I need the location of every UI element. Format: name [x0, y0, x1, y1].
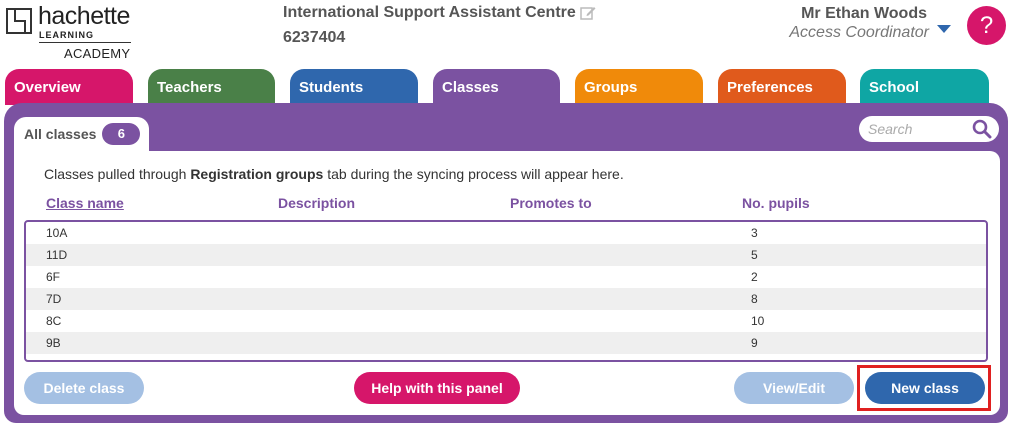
tab-students[interactable]: Students — [290, 69, 418, 105]
table-row[interactable]: 9B 9 — [26, 332, 986, 354]
search-box — [859, 116, 999, 142]
pupils-cell: 10 — [751, 314, 765, 328]
panel-content: Classes pulled through Registration grou… — [14, 151, 1000, 415]
column-header-description[interactable]: Description — [278, 195, 355, 211]
tab-school[interactable]: School — [860, 69, 989, 105]
tab-preferences[interactable]: Preferences — [718, 69, 846, 105]
column-header-no-pupils[interactable]: No. pupils — [742, 195, 810, 211]
edit-icon[interactable] — [580, 5, 596, 21]
tab-groups[interactable]: Groups — [575, 69, 703, 105]
table-row[interactable]: 10A 3 — [26, 222, 986, 244]
column-header-class-name[interactable]: Class name — [46, 195, 124, 211]
classes-panel: All classes 6 Classes pulled through Reg… — [4, 103, 1008, 423]
info-text-after: tab during the syncing process will appe… — [323, 166, 624, 182]
logo-sub: LEARNING — [39, 30, 94, 40]
subtab-label: All classes — [24, 126, 97, 142]
tab-teachers[interactable]: Teachers — [148, 69, 275, 105]
info-text: Classes pulled through Registration grou… — [44, 166, 624, 182]
pupils-cell: 5 — [751, 248, 758, 262]
main-tabs: Overview Teachers Students Classes Group… — [5, 69, 1007, 109]
search-input[interactable] — [868, 121, 968, 137]
centre-name: International Support Assistant Centre — [283, 4, 596, 22]
class-name-cell: 6F — [46, 270, 61, 284]
classes-table: 10A 3 11D 5 6F 2 7D 8 8C 10 9B 9 — [24, 220, 988, 362]
class-name-cell: 7D — [46, 292, 62, 306]
logo-divider — [39, 42, 131, 43]
hachette-logo[interactable]: hachette LEARNING ACADEMY — [6, 2, 136, 64]
new-class-highlight-box — [857, 365, 991, 411]
user-role[interactable]: Access Coordinator — [789, 24, 929, 42]
class-name-cell: 8C — [46, 314, 62, 328]
user-menu-chevron-down-icon[interactable] — [937, 25, 951, 33]
pupils-cell: 2 — [751, 270, 758, 284]
centre-id: 6237404 — [283, 29, 346, 46]
delete-class-button[interactable]: Delete class — [24, 372, 144, 404]
table-row[interactable]: 6F 2 — [26, 266, 986, 288]
pupils-cell: 8 — [751, 292, 758, 306]
pupils-cell: 9 — [751, 336, 758, 350]
user-name[interactable]: Mr Ethan Woods — [801, 5, 927, 23]
centre-name-text: International Support Assistant Centre — [283, 4, 576, 21]
page: hachette LEARNING ACADEMY International … — [0, 0, 1012, 429]
class-name-cell: 10A — [46, 226, 68, 240]
table-row[interactable]: 7D 8 — [26, 288, 986, 310]
column-header-promotes-to[interactable]: Promotes to — [510, 195, 592, 211]
class-name-cell: 9B — [46, 336, 61, 350]
table-row[interactable]: 8C 10 — [26, 310, 986, 332]
logo-mark-icon — [6, 8, 32, 34]
tab-overview[interactable]: Overview — [5, 69, 133, 105]
class-count-badge: 6 — [102, 123, 141, 145]
info-text-bold: Registration groups — [190, 166, 324, 182]
subtab-all-classes[interactable]: All classes 6 — [14, 117, 149, 151]
search-icon[interactable] — [972, 119, 992, 139]
table-row[interactable]: 11D 5 — [26, 244, 986, 266]
help-button[interactable]: ? — [967, 6, 1006, 45]
logo-academy: ACADEMY — [64, 46, 131, 61]
view-edit-button[interactable]: View/Edit — [734, 372, 854, 404]
info-text-before: Classes pulled through — [44, 166, 191, 182]
pupils-cell: 3 — [751, 226, 758, 240]
class-name-cell: 11D — [46, 248, 68, 262]
help-with-panel-button[interactable]: Help with this panel — [354, 372, 520, 404]
logo-name: hachette — [38, 2, 130, 30]
